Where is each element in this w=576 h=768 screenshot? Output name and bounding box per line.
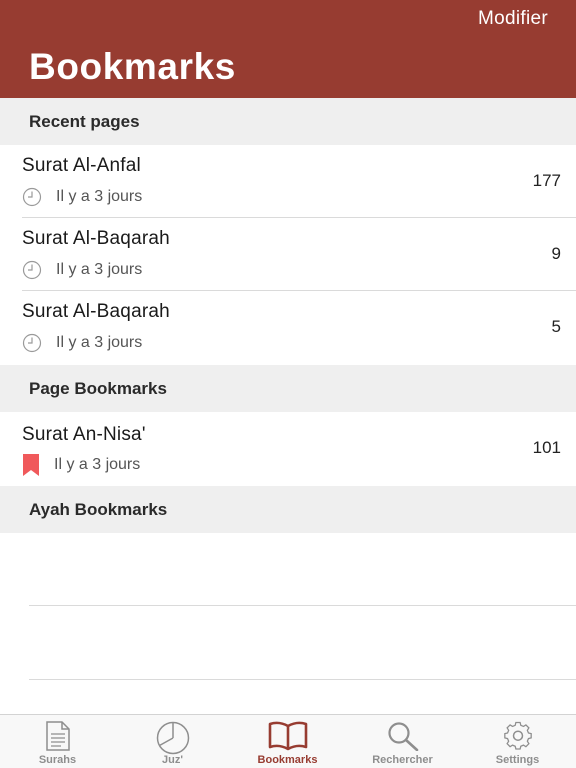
surah-title: Surat Al-Baqarah xyxy=(22,301,170,322)
search-icon xyxy=(387,722,418,751)
row-subtitle: Il y a 3 jours xyxy=(22,260,142,280)
page-title: Bookmarks xyxy=(29,46,236,87)
tab-label: Settings xyxy=(495,754,540,766)
list-item[interactable]: Surat Al-Anfal Il y a 3 jours 177 xyxy=(0,145,576,218)
tab-bar: Surahs Juz' Bookmarks Rechercher Setting… xyxy=(0,714,576,768)
section-header-recent-pages: Recent pages xyxy=(0,98,576,145)
tab-label: Surahs xyxy=(38,754,77,766)
empty-row-separator xyxy=(29,605,576,606)
relative-time: Il y a 3 jours xyxy=(56,261,143,278)
tab-bookmarks[interactable]: Bookmarks xyxy=(230,715,345,768)
bookmark-icon xyxy=(22,454,40,476)
navigation-bar: Modifier Bookmarks xyxy=(0,0,576,98)
surah-title: Surat An-Nisa' xyxy=(22,424,146,445)
row-subtitle: Il y a 3 jours xyxy=(22,187,142,207)
pie-icon xyxy=(156,721,189,755)
row-subtitle: Il y a 3 jours xyxy=(22,333,142,353)
page-number: 5 xyxy=(551,317,561,336)
page-number: 9 xyxy=(551,244,561,263)
list-item[interactable]: Surat Al-Baqarah Il y a 3 jours 9 xyxy=(0,218,576,291)
book-open-icon xyxy=(268,721,307,751)
clock-icon xyxy=(22,260,42,280)
gear-icon xyxy=(503,721,532,750)
section-header-page-bookmarks: Page Bookmarks xyxy=(0,365,576,412)
clock-icon xyxy=(22,187,42,207)
surah-title: Surat Al-Baqarah xyxy=(22,228,170,249)
empty-row-separator xyxy=(29,679,576,680)
tab-label: Juz' xyxy=(162,754,183,766)
page-number: 177 xyxy=(532,171,561,190)
row-subtitle: Il y a 3 jours xyxy=(22,454,140,476)
tab-label: Rechercher xyxy=(372,754,433,766)
document-icon xyxy=(45,721,70,751)
clock-icon xyxy=(22,333,42,353)
tab-search[interactable]: Rechercher xyxy=(345,715,460,768)
edit-button[interactable]: Modifier xyxy=(478,8,548,30)
relative-time: Il y a 3 jours xyxy=(56,188,143,205)
surah-title: Surat Al-Anfal xyxy=(22,155,141,176)
app-root: Modifier Bookmarks Recent pages Surat Al… xyxy=(0,0,576,768)
tab-settings[interactable]: Settings xyxy=(460,715,575,768)
list-item[interactable]: Surat An-Nisa' Il y a 3 jours 101 xyxy=(0,412,576,485)
tab-juz[interactable]: Juz' xyxy=(115,715,230,768)
relative-time: Il y a 3 jours xyxy=(56,334,143,351)
page-number: 101 xyxy=(532,438,561,457)
tab-label: Bookmarks xyxy=(257,754,318,766)
list-item[interactable]: Surat Al-Baqarah Il y a 3 jours 5 xyxy=(0,291,576,364)
tab-surahs[interactable]: Surahs xyxy=(0,715,115,768)
section-header-ayah-bookmarks: Ayah Bookmarks xyxy=(0,486,576,533)
relative-time: Il y a 3 jours xyxy=(54,456,141,473)
